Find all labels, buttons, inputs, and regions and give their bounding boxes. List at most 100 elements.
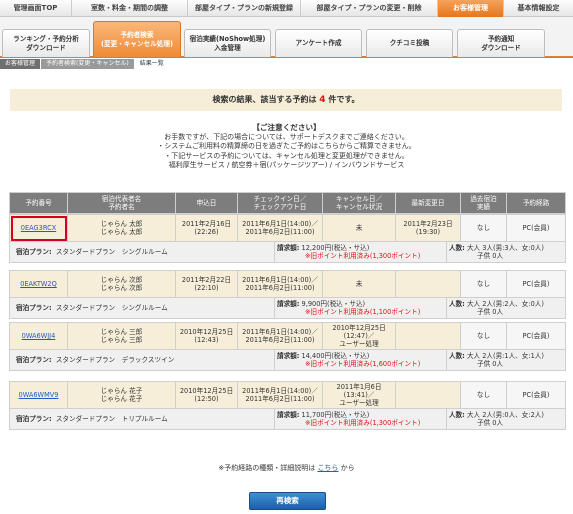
reservation-record: 0WA6WJJ4 じゃらん 三郎 じゃらん 三郎 2010年12月25日 (12:43…	[9, 322, 566, 350]
booker-name: じゃらん 花子	[100, 395, 143, 403]
breadcrumb-item-customer[interactable]: お客様管理	[0, 59, 41, 69]
amount-cell: 請求額: 14,400円(税込・サ込) ※旧ポイント利用済み(1,600ポイント)	[274, 349, 447, 371]
cancel-status: 未	[322, 270, 396, 298]
amount-cell: 請求額: 9,900円(税込・サ込) ※旧ポイント利用済み(1,100ポイント)	[274, 297, 447, 319]
tab-label: アンケート作成	[295, 39, 342, 48]
reservation-record: 0EAKTW2Q じゃらん 次郎 じゃらん 次郎 2011年2月22日 (22:10)…	[9, 270, 566, 298]
footer-suffix: から	[340, 464, 355, 472]
booker-name: じゃらん 三郎	[100, 336, 143, 344]
plan-cell: 宿泊プラン: スタンダードプラン シングルルーム	[9, 241, 275, 263]
reservation-record: 0WA6WMV9 じゃらん 花子 じゃらん 花子 2010年12月25日 (12:50…	[9, 381, 566, 409]
past-stay: なし	[460, 270, 507, 298]
notice-line: 福利厚生サービス / 航空券＋宿(パッケージツアー) / インバウンドサービス	[168, 161, 405, 170]
tab-stay-record[interactable]: 宿泊実績(NoShow処理) 入金管理	[184, 29, 271, 57]
amount-cell: 請求額: 12,200円(税込・サ込) ※旧ポイント利用済み(1,300ポイント)	[274, 241, 447, 263]
people-cell: 人数: 大人 2人(男:2人、女:0人) 子供 0人	[446, 297, 566, 319]
nav-admin-top[interactable]: 管理画面TOP	[0, 0, 72, 17]
tab-survey[interactable]: アンケート作成	[275, 29, 362, 57]
people-cell: 人数: 大人 2人(男:0人、女:2人) 子供 0人	[446, 408, 566, 430]
amount-label: 請求額:	[277, 352, 300, 360]
top-navigation: 管理画面TOP 室数・料金・期間の調整 部屋タイプ・プランの新規登録 部屋タイプ…	[0, 0, 573, 17]
cancel-status: 2010年12月25日 (12:47)／ ユーザー処理	[322, 322, 396, 350]
research-button[interactable]: 再検索	[249, 492, 326, 510]
point-note: ※旧ポイント利用済み(1,100ポイント)	[305, 308, 421, 316]
booker-name: じゃらん 次郎	[100, 284, 143, 292]
plan-name: スタンダードプラン シングルルーム	[55, 304, 168, 312]
nav-new-registration[interactable]: 部屋タイプ・プランの新規登録	[188, 0, 301, 17]
point-note: ※旧ポイント利用済み(1,300ポイント)	[305, 419, 421, 427]
reservation-number-link[interactable]: 0EAKTW2Q	[20, 280, 57, 288]
people-cell: 人数: 大人 3人(男:3人、女:0人) 子供 0人	[446, 241, 566, 263]
people-label: 人数:	[449, 300, 465, 308]
booking-route: PC(会員)	[506, 381, 566, 409]
reservation-number-link[interactable]: 0WA6WMV9	[19, 391, 59, 399]
plan-cell: 宿泊プラン: スタンダードプラン シングルルーム	[9, 297, 275, 319]
reservation-number-link[interactable]: 0EAG3RCX	[21, 224, 56, 232]
people-adults: 大人 2人(男:2人、女:0人)	[466, 300, 544, 308]
plan-name: スタンダードプラン トリプルルーム	[55, 415, 168, 423]
people-adults: 大人 2人(男:1人、女:1人)	[466, 352, 544, 360]
amount-cell: 請求額: 11,700円(税込・サ込) ※旧ポイント利用済み(1,300ポイント)	[274, 408, 447, 430]
reservation-plan-row: 宿泊プラン: スタンダードプラン デラックスツイン 請求額: 14,400円(税込…	[9, 349, 566, 371]
stay-dates: 2011年6月1日(14:00)／ 2011年6月2日(11:00)	[237, 322, 323, 350]
plan-label: 宿泊プラン:	[16, 248, 52, 256]
stay-dates: 2011年6月1日(14:00)／ 2011年6月2日(11:00)	[237, 381, 323, 409]
plan-label: 宿泊プラン:	[16, 304, 52, 312]
nav-customer-management[interactable]: お客様管理	[438, 0, 504, 17]
applied-date: 2011年2月16日 (22:26)	[175, 214, 238, 242]
notice-line: お手数ですが、下記の場合については、サポートデスクまでご連絡ください。	[164, 132, 409, 141]
last-changed: 2011年2月23日 (19:30)	[395, 214, 461, 242]
nav-rooms-rates[interactable]: 室数・料金・期間の調整	[72, 0, 188, 17]
breadcrumb-item-search[interactable]: 予約者検索(変更・キャンセル)	[41, 59, 134, 69]
people-label: 人数:	[449, 411, 465, 419]
people-adults: 大人 3人(男:3人、女:0人)	[466, 244, 544, 252]
guest-name-cell: じゃらん 太郎 じゃらん 太郎	[67, 214, 176, 242]
reservation-number-cell: 0EAKTW2Q	[9, 270, 68, 298]
amount-value: 9,900円(税込・サ込)	[301, 300, 366, 308]
amount-label: 請求額:	[277, 411, 300, 419]
point-note: ※旧ポイント利用済み(1,300ポイント)	[305, 252, 421, 260]
amount-label: 請求額:	[277, 244, 300, 252]
header-applied: 申込日	[175, 192, 238, 214]
booker-name: じゃらん 太郎	[100, 228, 143, 236]
reservation-number-link[interactable]: 0WA6WJJ4	[22, 332, 56, 340]
guest-name: じゃらん 次郎	[100, 276, 143, 284]
header-stay: チェックイン日／ チェックアウト日	[237, 192, 323, 214]
people-label: 人数:	[449, 352, 465, 360]
plan-label: 宿泊プラン:	[16, 415, 52, 423]
stay-dates: 2011年6月1日(14:00)／ 2011年6月2日(11:00)	[237, 214, 323, 242]
tab-ranking-download[interactable]: ランキング・予約分析 ダウンロード	[2, 29, 90, 57]
last-changed	[395, 270, 461, 298]
past-stay: なし	[460, 381, 507, 409]
reservation-number-cell: 0WA6WJJ4	[9, 322, 68, 350]
tab-label-sub: ダウンロード	[26, 43, 66, 52]
sub-navigation: ランキング・予約分析 ダウンロード 予約者検索 (変更・キャンセル処理) 宿泊実績(…	[0, 17, 573, 58]
nav-basic-settings[interactable]: 基本情報設定	[504, 0, 573, 17]
tab-reservation-search[interactable]: 予約者検索 (変更・キャンセル処理)	[93, 21, 181, 57]
reservation-number-cell: 0WA6WMV9	[9, 381, 68, 409]
reservation-record: 0EAG3RCX じゃらん 太郎 じゃらん 太郎 2011年2月16日 (22:26)…	[9, 214, 566, 242]
guest-name: じゃらん 太郎	[100, 220, 143, 228]
tab-label-sub: (変更・キャンセル処理)	[101, 39, 173, 48]
people-children: 子供 0人	[477, 308, 504, 316]
footer-note: ※予約経路の種類・詳細説明は こちら から	[0, 463, 573, 473]
past-stay: なし	[460, 214, 507, 242]
plan-label: 宿泊プラン:	[16, 356, 52, 364]
nav-change-delete[interactable]: 部屋タイプ・プランの変更・削除	[301, 0, 438, 17]
amount-label: 請求額:	[277, 300, 300, 308]
plan-name: スタンダードプラン デラックスツイン	[55, 356, 175, 364]
tab-notification-download[interactable]: 予約通知 ダウンロード	[457, 29, 545, 57]
applied-date: 2010年12月25日 (12:50)	[175, 381, 238, 409]
header-cancel: キャンセル日／ キャンセル状況	[322, 192, 396, 214]
tab-label-sub: ダウンロード	[481, 43, 521, 52]
guest-name-cell: じゃらん 三郎 じゃらん 三郎	[67, 322, 176, 350]
guest-name-cell: じゃらん 次郎 じゃらん 次郎	[67, 270, 176, 298]
point-note: ※旧ポイント利用済み(1,600ポイント)	[305, 360, 421, 368]
route-details-link[interactable]: こちら	[317, 464, 338, 472]
reservation-plan-row: 宿泊プラン: スタンダードプラン シングルルーム 請求額: 9,900円(税込・サ…	[9, 297, 566, 319]
footer-prefix: ※予約経路の種類・詳細説明は	[218, 464, 316, 472]
tab-review[interactable]: クチコミ投稿	[366, 29, 453, 57]
reservation-plan-row: 宿泊プラン: スタンダードプラン シングルルーム 請求額: 12,200円(税込・…	[9, 241, 566, 263]
notice-line: ・下記サービスの予約については、キャンセル処理と変更処理ができません。	[164, 151, 409, 160]
tab-label: クチコミ投稿	[389, 39, 430, 48]
